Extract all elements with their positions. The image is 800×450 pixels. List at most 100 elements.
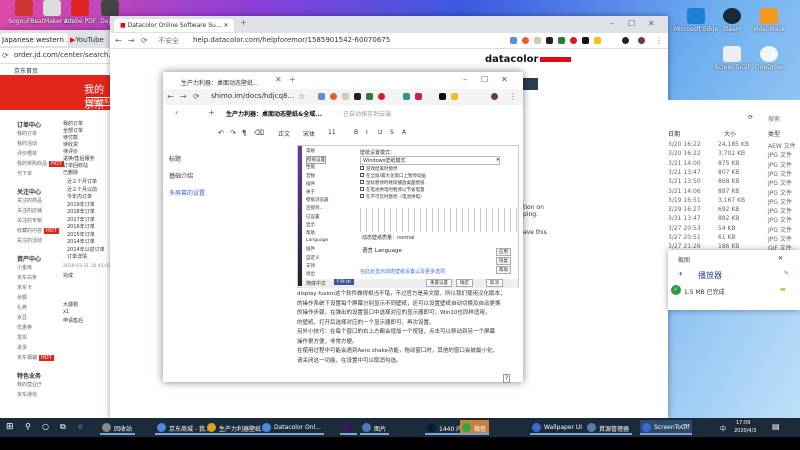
file-row[interactable]: 3/20 16:22 24,185 KB AEW 文件 xyxy=(668,141,800,150)
paragraph-line[interactable]: 的操作步骤，在弹出的设置窗口中选择对应的显示器即可；Win10也同样适用， xyxy=(297,309,519,318)
extension-icon[interactable] xyxy=(558,37,565,44)
task-view-icon[interactable]: ⧉ xyxy=(60,422,66,432)
extension-icon[interactable] xyxy=(510,37,517,44)
settings-menu-item[interactable]: 退出 xyxy=(306,271,315,277)
eraser-icon[interactable]: ✎ xyxy=(784,270,789,277)
extension-icon[interactable] xyxy=(534,37,541,44)
sidebar-item[interactable]: 京豆 xyxy=(17,314,27,321)
toolbar-icon[interactable]: ↷ xyxy=(230,129,236,137)
notification-center-icon[interactable]: ▤ xyxy=(772,422,780,431)
quality-slider[interactable] xyxy=(360,208,518,232)
file-row[interactable]: 3/19 16:51 3,167 KB JPG 文件 xyxy=(668,197,800,206)
new-doc[interactable]: + xyxy=(208,108,215,117)
menu-icon[interactable]: ⋮ xyxy=(655,36,663,45)
settings-menu-item[interactable]: 帮助 xyxy=(306,230,315,236)
minimize-button[interactable]: – xyxy=(463,75,467,84)
file-row[interactable]: 3/27 20:53 54 KB JPG 文件 xyxy=(668,225,800,234)
settings-side-button[interactable]: 应用 xyxy=(496,248,511,256)
settings-checkbox[interactable]: 在全屏/最大化窗口上暂停动画 xyxy=(360,173,426,179)
clock-date[interactable]: 2020/4/3 xyxy=(734,428,756,434)
url-bar[interactable]: order.jd.com/center/search... xyxy=(14,51,115,59)
paragraph-line[interactable]: 操作更方便，非常方便。 xyxy=(297,338,519,347)
forward-icon[interactable]: → xyxy=(180,92,187,101)
toolbar-button[interactable]: 正文 xyxy=(278,129,290,138)
order-extra[interactable]: 大疆帽 xyxy=(63,301,78,308)
reload-icon[interactable]: ⟳ xyxy=(141,36,148,45)
settings-menu-item[interactable]: 壁纸浏览器 xyxy=(306,197,329,203)
sidebar-item[interactable]: 关注的商品 xyxy=(17,197,42,204)
order-period-item[interactable]: 2014年订单 xyxy=(67,238,95,245)
extension-icon[interactable] xyxy=(582,37,589,44)
settings-button[interactable]: 确定 xyxy=(456,279,473,287)
star-icon[interactable]: ☆ xyxy=(298,92,305,101)
url-bar[interactable]: help.datacolor.com/helpforemor/158590154… xyxy=(193,36,390,44)
extension-icon[interactable] xyxy=(622,37,629,44)
settings-menu-item[interactable]: 自定义 xyxy=(306,255,320,261)
toolbar-icon[interactable]: ⌫ xyxy=(254,129,264,137)
paragraph-line[interactable]: display fusion这个软件做得相当不错，不过官方是英文版，所以我们使用… xyxy=(297,290,519,299)
settings-menu-item[interactable]: 常规 xyxy=(306,148,315,154)
cortana-icon[interactable]: ○ xyxy=(42,422,49,431)
new-tab-button[interactable]: + xyxy=(240,18,247,27)
sidebar-item[interactable]: 关注的专辑 xyxy=(17,217,42,224)
settings-menu-item[interactable]: 音频 xyxy=(306,173,315,179)
order-menu-item[interactable]: 待评价 xyxy=(63,148,78,155)
taskbar-item[interactable]: 图片 xyxy=(360,420,390,435)
paragraph-line[interactable]: 在使用过程中可能会遇到Aero shake功能，拖动窗口时，其他的窗口会被最小化… xyxy=(297,347,519,356)
settings-menu-item[interactable]: 壁纸设置 xyxy=(306,156,326,165)
clock-time[interactable]: 17:09 xyxy=(736,420,750,426)
order-period-item[interactable]: 2015年订单 xyxy=(67,231,95,238)
close-button[interactable]: ✕ xyxy=(648,19,655,28)
reload-icon[interactable]: ⟳ xyxy=(193,92,200,101)
settings-button[interactable]: 重置设置 xyxy=(426,279,452,287)
outline-item[interactable]: 基础介绍 xyxy=(169,171,193,180)
back-icon[interactable]: ← xyxy=(115,36,122,45)
close-button[interactable]: ✕ xyxy=(501,75,508,84)
sidebar-item[interactable]: 代下单 xyxy=(17,170,32,177)
order-period-item[interactable]: 2018年订单 xyxy=(67,208,95,215)
order-menu-item[interactable]: 订单回收站 xyxy=(63,162,88,169)
settings-side-button[interactable]: 帮助 xyxy=(496,266,511,274)
tab-japanese[interactable]: Japanese western ... xyxy=(0,33,68,46)
back-icon[interactable]: ← xyxy=(167,92,174,101)
toolbar-button[interactable]: S xyxy=(390,129,394,136)
toolbar-button[interactable]: 宋体 xyxy=(303,129,315,138)
close-tab[interactable]: ✕ xyxy=(275,75,282,84)
settings-menu-item[interactable]: 性能 xyxy=(306,164,315,170)
settings-menu-item[interactable]: 已设置 xyxy=(306,214,320,220)
maximize-button[interactable]: ☐ xyxy=(481,75,488,84)
search-icon[interactable]: ⚲ xyxy=(25,422,31,431)
toolbar-button[interactable]: 11 xyxy=(328,129,336,136)
sidebar-item[interactable]: 发票 xyxy=(17,334,27,341)
order-period-item[interactable]: 2016年订单 xyxy=(67,223,95,230)
taskbar-item[interactable]: 回收站 xyxy=(100,420,136,435)
sidebar-item[interactable]: 礼券 xyxy=(17,304,27,311)
paragraph-line[interactable]: 请关闭这一功能，在设置中可以取消勾选。 xyxy=(297,357,519,366)
order-extra[interactable]: x1 xyxy=(63,309,69,315)
new-tab-button[interactable]: + xyxy=(289,75,296,84)
order-menu-item[interactable]: 已删除 xyxy=(63,169,78,176)
sidebar-item[interactable]: 评价晒单 xyxy=(17,150,37,157)
help-icon[interactable]: ? xyxy=(503,374,511,383)
sidebar-item[interactable]: 我的常购商品 HOT xyxy=(17,160,64,167)
sidebar-item[interactable]: 京东通信 xyxy=(17,391,37,398)
order-period-item[interactable]: 近三个月以前 xyxy=(67,186,97,193)
paragraph-line[interactable]: 另外小技巧：在每个窗口的右上方都会增加一个按钮，点击可以移动到另一个屏幕 xyxy=(297,328,519,337)
file-row[interactable]: 3/29 16:27 692 KB JPG 文件 xyxy=(668,206,800,215)
file-row[interactable]: 3/31 13:47 882 KB JPG 文件 xyxy=(668,215,800,224)
close-notification[interactable]: ✕ xyxy=(778,255,783,262)
file-row[interactable]: 3/21 13:47 807 KB JPG 文件 xyxy=(668,169,800,178)
search-input[interactable]: 搜索 xyxy=(768,114,780,123)
sidebar-item[interactable]: 京东白条 xyxy=(17,274,37,281)
onedrive-icon[interactable]: OneDrive xyxy=(745,46,793,71)
back-doc[interactable]: ‹ xyxy=(175,108,178,117)
start-button[interactable]: ⊞ xyxy=(6,422,14,432)
sidebar-item[interactable]: 优惠券 xyxy=(17,324,32,331)
refresh-icon[interactable]: ⟳ xyxy=(748,114,753,121)
extension-icon[interactable] xyxy=(570,37,577,44)
tab-datacolor[interactable]: ■ Datacolor Online Software Su... ✕ xyxy=(114,19,234,32)
settings-menu-item[interactable]: 插件 xyxy=(306,181,315,187)
order-period-item[interactable]: 订单详情 xyxy=(67,253,87,260)
settings-menu-item[interactable]: 支持 xyxy=(306,263,315,269)
order-period-item[interactable]: 今年内订单 xyxy=(67,193,92,200)
